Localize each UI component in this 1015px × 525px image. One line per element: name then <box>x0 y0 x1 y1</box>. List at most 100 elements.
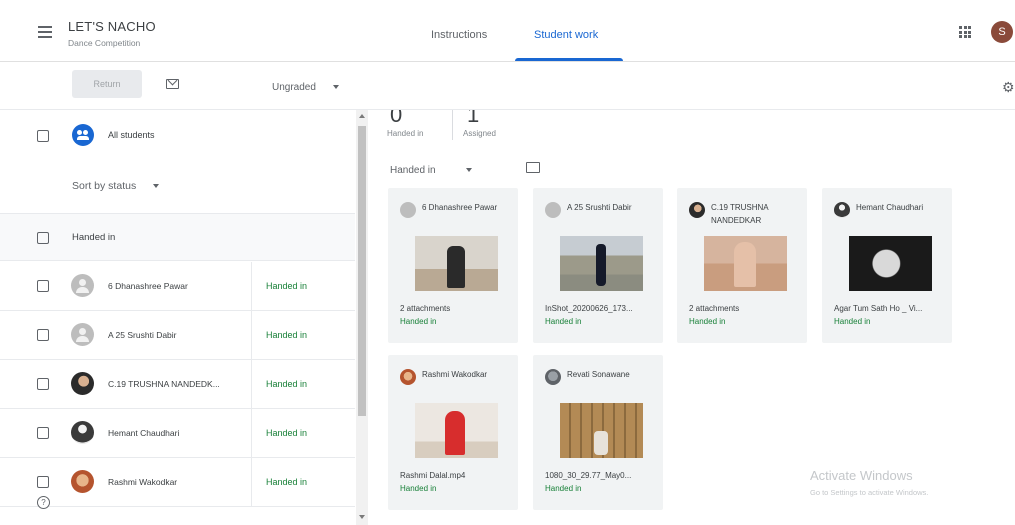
help-icon[interactable]: ? <box>37 496 50 509</box>
card-student-name: Revati Sonawane <box>567 370 630 379</box>
group-label: Handed in <box>72 232 116 243</box>
attachment-name: InShot_20200626_173... <box>545 304 633 313</box>
select-all-checkbox[interactable] <box>37 130 49 142</box>
submission-card[interactable]: Hemant Chaudhari Agar Tum Sath Ho _ Vi..… <box>822 188 952 343</box>
settings-gear-icon[interactable]: ⚙ <box>1002 79 1015 96</box>
table-row[interactable]: 6 Dhanashree Pawar Handed in <box>0 262 355 311</box>
attachment-thumbnail[interactable] <box>415 403 498 458</box>
tab-instructions[interactable]: Instructions <box>431 29 487 41</box>
app-header: LET'S NACHO Dance Competition Instructio… <box>0 0 1015 62</box>
student-list-panel: All students Sort by status Handed in 6 … <box>0 110 370 525</box>
row-checkbox[interactable] <box>37 378 49 390</box>
table-row[interactable]: C.19 TRUSHNA NANDEDK... Handed in <box>0 360 355 409</box>
card-status: Handed in <box>400 484 437 493</box>
student-name: Hemant Chaudhari <box>108 428 180 438</box>
main-menu-icon[interactable] <box>38 26 52 38</box>
attachment-name: 1080_30_29.77_May0... <box>545 471 632 480</box>
status-filter-select[interactable]: Handed in <box>390 165 473 176</box>
attachment-thumbnail[interactable] <box>704 236 787 291</box>
grade-filter-value: Ungraded <box>272 82 316 93</box>
chevron-down-icon <box>153 184 160 189</box>
scrollbar-thumb[interactable] <box>358 126 366 416</box>
scroll-up-arrow-icon[interactable] <box>359 114 365 118</box>
row-checkbox[interactable] <box>37 427 49 439</box>
active-tab-indicator <box>515 58 623 61</box>
attachment-thumbnail[interactable] <box>560 236 643 291</box>
attachment-name: Rashmi Dalal.mp4 <box>400 471 466 480</box>
avatar <box>834 202 850 218</box>
folder-icon[interactable] <box>526 162 540 173</box>
submission-card[interactable]: C.19 TRUSHNA NANDEDKAR 2 attachments Han… <box>677 188 807 343</box>
submission-card[interactable]: 6 Dhanashree Pawar 2 attachments Handed … <box>388 188 518 343</box>
table-row[interactable]: Rashmi Wakodkar Handed in <box>0 458 355 507</box>
avatar <box>400 202 416 218</box>
student-name: Rashmi Wakodkar <box>108 477 178 487</box>
attachment-thumbnail[interactable] <box>560 403 643 458</box>
all-students-icon <box>72 124 94 146</box>
attachment-thumbnail[interactable] <box>415 236 498 291</box>
status-badge: Handed in <box>251 262 355 310</box>
assigned-count: 1 <box>467 110 480 127</box>
table-row[interactable]: Hemant Chaudhari Handed in <box>0 409 355 458</box>
return-button[interactable]: Return <box>72 70 142 98</box>
class-subtitle: Dance Competition <box>68 38 141 48</box>
status-badge: Handed in <box>251 360 355 408</box>
activation-watermark-title: Activate Windows <box>810 468 913 483</box>
row-checkbox[interactable] <box>37 476 49 488</box>
avatar <box>545 369 561 385</box>
card-status: Handed in <box>400 317 437 326</box>
attachment-name: 2 attachments <box>689 304 740 313</box>
group-checkbox[interactable] <box>37 232 49 244</box>
apps-grid-icon[interactable] <box>959 26 971 38</box>
submission-card[interactable]: A 25 Srushti Dabir InShot_20200626_173..… <box>533 188 663 343</box>
all-students-label: All students <box>108 130 155 140</box>
grade-filter-select[interactable]: Ungraded <box>272 82 339 93</box>
card-status: Handed in <box>545 317 582 326</box>
table-row[interactable]: A 25 Srushti Dabir Handed in <box>0 311 355 360</box>
sort-select[interactable]: Sort by status <box>72 180 160 192</box>
submission-card[interactable]: Revati Sonawane 1080_30_29.77_May0... Ha… <box>533 355 663 510</box>
chevron-down-icon <box>332 85 339 90</box>
student-name: A 25 Srushti Dabir <box>108 330 177 340</box>
card-status: Handed in <box>834 317 871 326</box>
tab-student-work[interactable]: Student work <box>534 29 598 41</box>
row-checkbox[interactable] <box>37 280 49 292</box>
status-filter-value: Handed in <box>390 165 436 176</box>
list-scrollbar[interactable] <box>356 110 368 525</box>
card-student-name: Hemant Chaudhari <box>856 203 924 212</box>
submissions-panel: 0 Handed in 1 Assigned Handed in 6 Dhana… <box>370 110 1015 525</box>
account-avatar[interactable]: S <box>991 21 1013 43</box>
avatar <box>71 323 94 346</box>
chevron-down-icon <box>466 168 473 173</box>
class-title[interactable]: LET'S NACHO <box>68 19 156 34</box>
submission-card[interactable]: Rashmi Wakodkar Rashmi Dalal.mp4 Handed … <box>388 355 518 510</box>
sort-label: Sort by status <box>72 180 137 192</box>
handed-in-count: 0 <box>390 110 403 127</box>
student-name: 6 Dhanashree Pawar <box>108 281 188 291</box>
assigned-count-label: Assigned <box>463 129 496 138</box>
attachment-name: Agar Tum Sath Ho _ Vi... <box>834 304 923 313</box>
card-status: Handed in <box>545 484 582 493</box>
attachment-thumbnail[interactable] <box>849 236 932 291</box>
handed-in-count-label: Handed in <box>387 129 424 138</box>
avatar <box>545 202 561 218</box>
card-student-name: A 25 Srushti Dabir <box>567 203 632 212</box>
card-status: Handed in <box>689 317 726 326</box>
avatar <box>71 421 94 444</box>
avatar <box>71 470 94 493</box>
card-student-name: C.19 TRUSHNA NANDEDKAR <box>711 203 769 225</box>
avatar <box>71 372 94 395</box>
scroll-down-arrow-icon[interactable] <box>359 515 365 519</box>
status-badge: Handed in <box>251 311 355 359</box>
avatar <box>400 369 416 385</box>
card-student-name: Rashmi Wakodkar <box>422 370 488 379</box>
attachment-name: 2 attachments <box>400 304 451 313</box>
card-student-name: 6 Dhanashree Pawar <box>422 203 498 212</box>
activation-watermark-subtitle: Go to Settings to activate Windows. <box>810 488 929 497</box>
avatar <box>71 274 94 297</box>
toolbar: Return Ungraded ⚙ <box>0 62 1015 110</box>
row-checkbox[interactable] <box>37 329 49 341</box>
email-icon[interactable] <box>166 79 179 89</box>
group-header-handed-in: Handed in <box>0 213 355 261</box>
student-name: C.19 TRUSHNA NANDEDK... <box>108 379 220 389</box>
